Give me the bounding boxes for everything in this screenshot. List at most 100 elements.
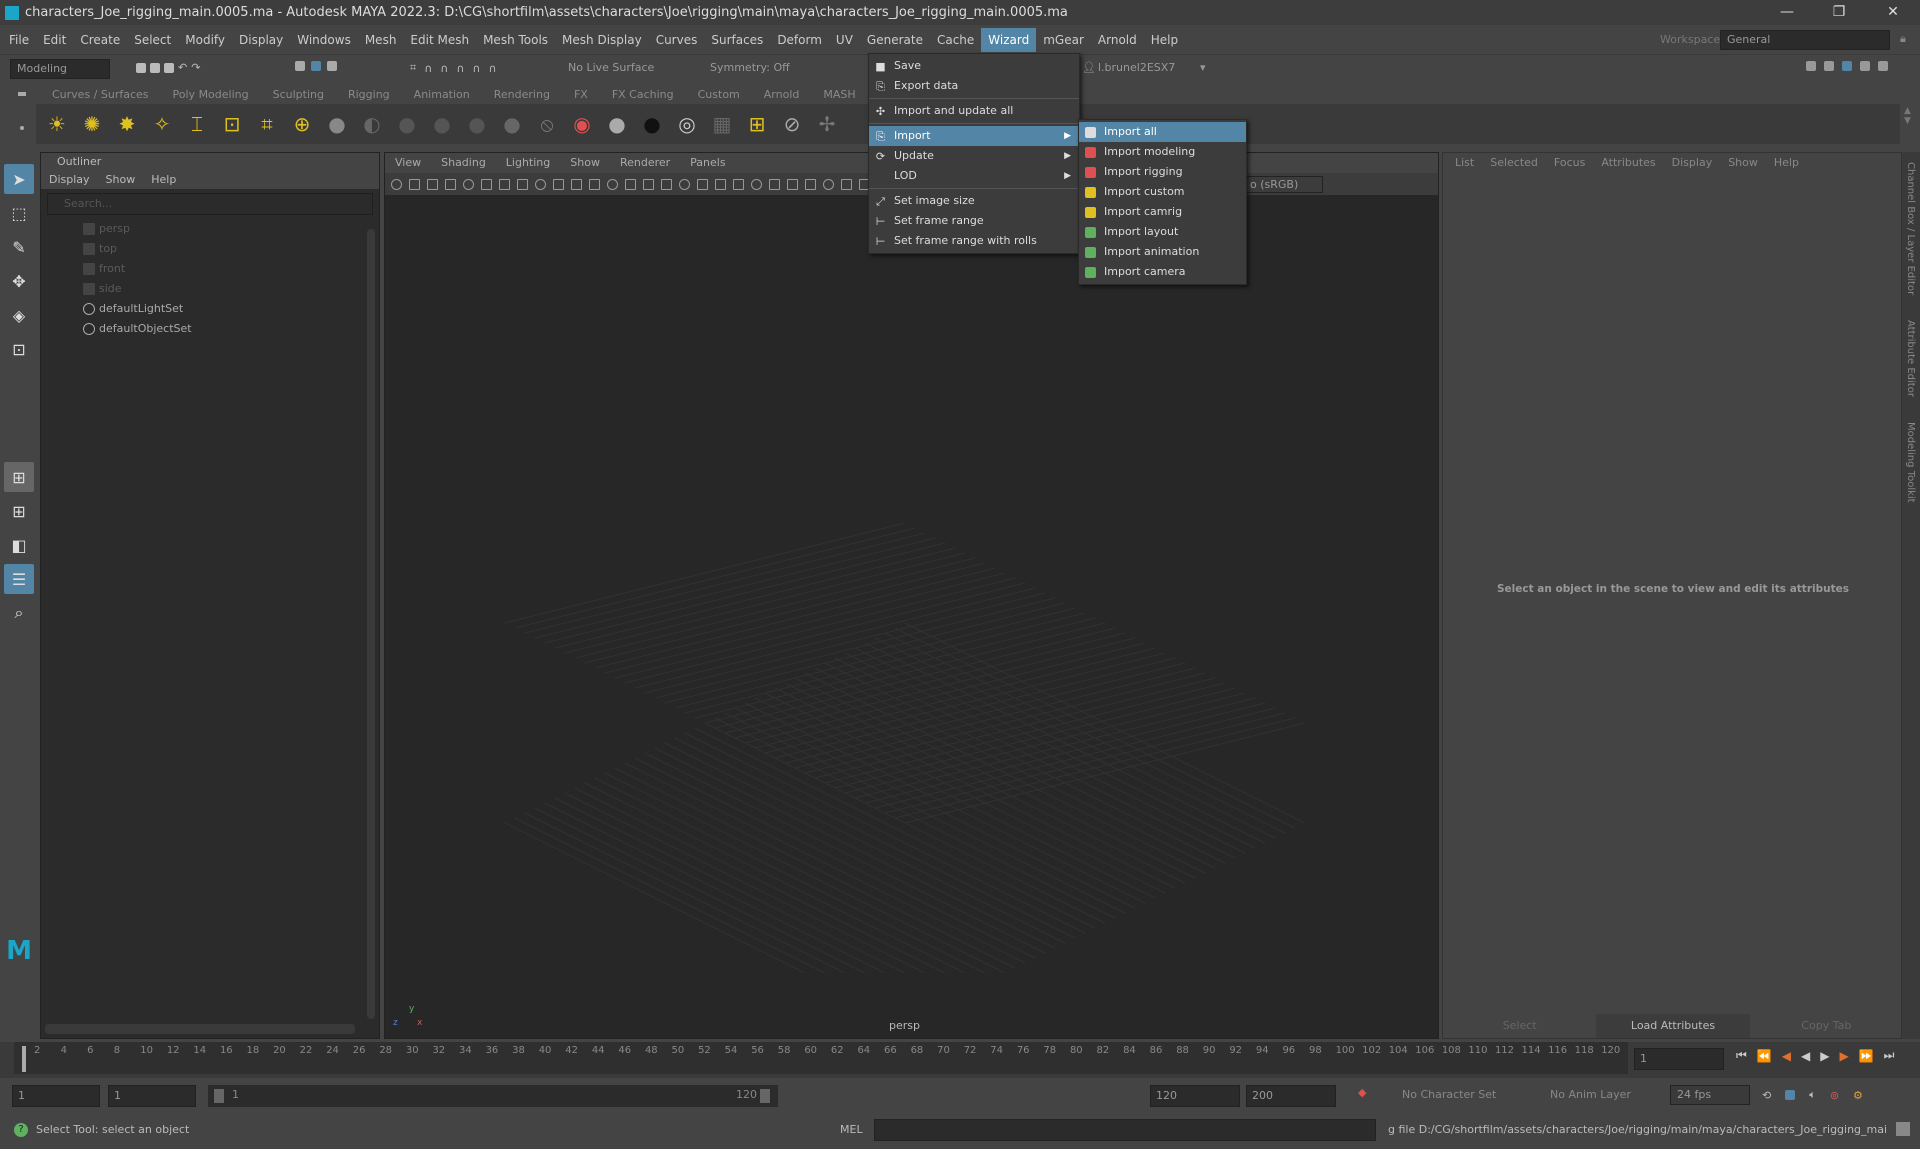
channel-box-menu-show[interactable]: Show: [1720, 153, 1766, 173]
shelf-tab-fx[interactable]: FX: [562, 86, 600, 104]
user-dropdown-icon[interactable]: ▾: [1200, 61, 1206, 74]
undo-icon[interactable]: ↶: [178, 61, 187, 74]
outliner-vertical-scrollbar[interactable]: [367, 229, 375, 1019]
menu-create[interactable]: Create: [73, 28, 127, 52]
outliner-item-front[interactable]: front: [41, 259, 379, 279]
outliner-item-side[interactable]: side: [41, 279, 379, 299]
viewport-panel[interactable]: View Shading Lighting Show Renderer Panels o …: [384, 152, 1439, 1039]
shelf-tool-5-icon[interactable]: ⊡: [219, 112, 245, 136]
viewport-tool-23-icon[interactable]: [805, 178, 816, 190]
viewport-tool-10-icon[interactable]: [571, 178, 582, 190]
workspace-select[interactable]: General: [1720, 30, 1890, 50]
time-slider[interactable]: 2 4 6 8 10 12 14 16 18 20 22 24 26 28 30 32 34 36 38 40 42 44…: [0, 1042, 1920, 1078]
outliner-horizontal-scrollbar[interactable]: [45, 1024, 355, 1034]
submenu-item-import-all[interactable]: Import all: [1079, 122, 1246, 142]
hierarchy-mode-icon[interactable]: [295, 61, 305, 71]
shelf-tab-rigging[interactable]: Rigging: [336, 86, 402, 104]
outliner-item-defaultlightset[interactable]: defaultLightSet: [41, 299, 379, 319]
animation-preferences-icon[interactable]: ⚙: [1853, 1089, 1863, 1102]
play-backward-icon[interactable]: ◀: [1801, 1049, 1810, 1063]
wizard-item-lod[interactable]: LOD ▶: [869, 166, 1079, 186]
snap-live-icon[interactable]: ∩: [488, 62, 496, 75]
new-scene-icon[interactable]: [136, 62, 146, 73]
viewport-tool-0-icon[interactable]: [391, 178, 402, 190]
range-end-handle[interactable]: [760, 1089, 770, 1103]
redo-icon[interactable]: ↷: [191, 61, 200, 74]
wizard-item-set-frame-range[interactable]: ⊢ Set frame range: [869, 211, 1079, 231]
load-attributes-button[interactable]: Load Attributes: [1596, 1014, 1750, 1038]
range-slider-bar[interactable]: 1 120: [208, 1085, 778, 1107]
channel-box-toggle-icon[interactable]: [1842, 61, 1852, 71]
attribute-editor-tab[interactable]: Attribute Editor: [1905, 320, 1916, 397]
outliner-menu-display[interactable]: Display: [41, 171, 98, 189]
channel-box-menu-attributes[interactable]: Attributes: [1593, 153, 1663, 173]
submenu-item-import-custom[interactable]: Import custom: [1079, 182, 1246, 202]
viewport-menu-shading[interactable]: Shading: [431, 153, 496, 173]
wizard-item-import-and-update-all[interactable]: ✣ Import and update all: [869, 101, 1079, 121]
submenu-item-import-rigging[interactable]: Import rigging: [1079, 162, 1246, 182]
anim-layer-select[interactable]: No Anim Layer: [1550, 1088, 1631, 1101]
character-set-select[interactable]: No Character Set: [1402, 1088, 1496, 1101]
playback-start-field[interactable]: 1: [108, 1085, 196, 1107]
live-surface-label[interactable]: No Live Surface: [568, 61, 654, 74]
shelf-tool-12-icon[interactable]: ●: [464, 112, 490, 136]
maximize-button[interactable]: ❐: [1814, 0, 1864, 25]
animation-end-field[interactable]: 200: [1246, 1085, 1336, 1107]
menu-uv[interactable]: UV: [829, 28, 860, 52]
loop-icon[interactable]: ⟲: [1762, 1089, 1771, 1102]
modeling-toolkit-tab[interactable]: Modeling Toolkit: [1905, 422, 1916, 503]
outliner-menu-show[interactable]: Show: [98, 171, 144, 189]
user-name[interactable]: l.brunel2ESX7: [1098, 61, 1210, 74]
step-back-frame-icon[interactable]: ◀: [1782, 1049, 1791, 1063]
shelf-scroll-icon[interactable]: ▲ ▼: [1904, 106, 1911, 126]
menu-mesh-display[interactable]: Mesh Display: [555, 28, 649, 52]
menu-arnold[interactable]: Arnold: [1091, 28, 1144, 52]
shelf-gear-icon[interactable]: [20, 126, 24, 130]
snap-point-icon[interactable]: ∩: [440, 62, 448, 75]
menu-help[interactable]: Help: [1144, 28, 1185, 52]
save-scene-icon[interactable]: [164, 62, 174, 73]
shelf-tool-8-icon[interactable]: ●: [324, 112, 350, 136]
time-slider-track[interactable]: 2 4 6 8 10 12 14 16 18 20 22 24 26 28 30 32 34 36 38 40 42 44…: [14, 1042, 1628, 1074]
shelf-tool-11-icon[interactable]: ●: [429, 112, 455, 136]
outliner-toggle-icon[interactable]: [1878, 61, 1888, 71]
viewport-tool-24-icon[interactable]: [823, 178, 834, 190]
viewport-tool-3-icon[interactable]: [445, 178, 456, 190]
auto-key-icon[interactable]: ◆: [1358, 1086, 1366, 1099]
outliner-menu-help[interactable]: Help: [143, 171, 184, 189]
shelf-tab-arnold[interactable]: Arnold: [752, 86, 812, 104]
symmetry-label[interactable]: Symmetry: Off: [710, 61, 790, 74]
viewport-tool-4-icon[interactable]: [463, 178, 474, 190]
menu-windows[interactable]: Windows: [290, 28, 358, 52]
menu-mesh-tools[interactable]: Mesh Tools: [476, 28, 555, 52]
viewport-menu-view[interactable]: View: [385, 153, 431, 173]
viewport-tool-13-icon[interactable]: [625, 178, 636, 190]
viewport-menu-panels[interactable]: Panels: [680, 153, 735, 173]
minimize-button[interactable]: —: [1762, 0, 1812, 25]
sound-icon[interactable]: 🔈︎: [1809, 1088, 1816, 1102]
outliner-search-input[interactable]: Search...: [47, 193, 373, 215]
viewport-tool-8-icon[interactable]: [535, 178, 546, 190]
step-forward-key-icon[interactable]: ⏩: [1859, 1049, 1874, 1063]
viewport-tool-18-icon[interactable]: [715, 178, 726, 190]
animation-start-field[interactable]: 1: [12, 1085, 100, 1107]
wizard-item-import[interactable]: ⎘ Import ▶: [869, 126, 1079, 146]
viewport-tool-1-icon[interactable]: [409, 178, 420, 190]
menu-file[interactable]: File: [2, 28, 36, 52]
menu-edit-mesh[interactable]: Edit Mesh: [403, 28, 476, 52]
shelf-tool-13-icon[interactable]: ●: [499, 112, 525, 136]
menu-display[interactable]: Display: [232, 28, 290, 52]
shelf-tab-sculpting[interactable]: Sculpting: [261, 86, 336, 104]
viewport-menu-lighting[interactable]: Lighting: [496, 153, 560, 173]
command-input[interactable]: [874, 1119, 1376, 1141]
wizard-item-save[interactable]: ■ Save: [869, 56, 1079, 76]
close-button[interactable]: ✕: [1868, 0, 1918, 25]
step-forward-frame-icon[interactable]: ▶: [1839, 1049, 1848, 1063]
viewport-tool-20-icon[interactable]: [751, 178, 762, 190]
submenu-item-import-camrig[interactable]: Import camrig: [1079, 202, 1246, 222]
shelf-tab-rendering[interactable]: Rendering: [482, 86, 562, 104]
viewport-tool-12-icon[interactable]: [607, 178, 618, 190]
playback-end-field[interactable]: 120: [1150, 1085, 1240, 1107]
shelf-tool-4-icon[interactable]: ⌶: [184, 112, 210, 136]
four-view-icon[interactable]: ⊞: [4, 496, 34, 526]
